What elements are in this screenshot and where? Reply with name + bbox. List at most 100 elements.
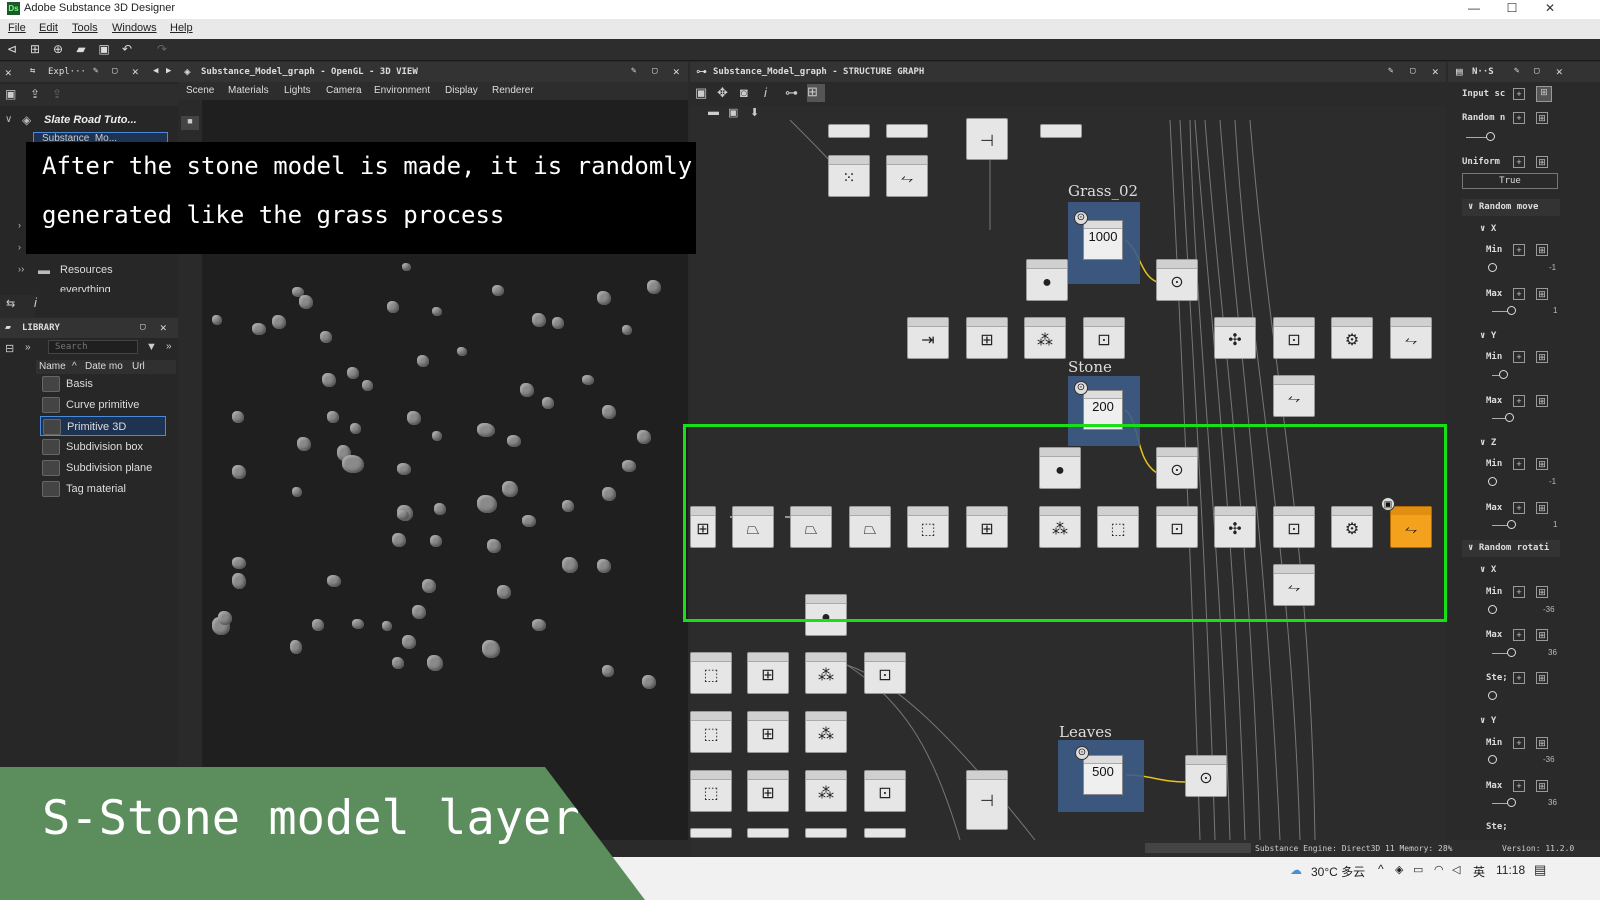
tree-toggle-icon[interactable]: ∨ xyxy=(5,114,12,125)
snapshot-icon[interactable]: ◙ xyxy=(740,85,748,100)
value-node-leaves[interactable]: 500 xyxy=(1083,755,1123,795)
graph-icon[interactable]: ⊞ xyxy=(1536,458,1548,470)
graph-node[interactable]: ⊣ xyxy=(966,118,1008,160)
graph-node[interactable]: ⇥ xyxy=(907,317,949,359)
graph-tab[interactable]: Substance_Model_graph - STRUCTURE GRAPH xyxy=(713,67,924,77)
graph-node[interactable]: ⁂ xyxy=(805,770,847,812)
expose-icon[interactable]: + xyxy=(1513,629,1525,641)
graph-node[interactable]: ● xyxy=(1026,259,1068,301)
graph-icon[interactable]: ⊞ xyxy=(1536,737,1548,749)
align-icon[interactable]: ⊞ xyxy=(807,84,825,102)
graph-icon[interactable]: ⊞ xyxy=(1536,244,1548,256)
graph-icon[interactable]: ⊞ xyxy=(1536,351,1548,363)
graph-node[interactable]: ⊞ xyxy=(747,711,789,753)
graph-node[interactable]: ✣ xyxy=(1214,317,1256,359)
expose-icon-stone[interactable]: ⊙ xyxy=(1074,381,1088,395)
link-icon[interactable]: ⊶ xyxy=(785,85,798,101)
properties-float-icon[interactable]: ▢ xyxy=(1534,66,1539,76)
rot-x-label[interactable]: ∨ X xyxy=(1480,565,1496,575)
clock[interactable]: 11:18 xyxy=(1496,863,1525,877)
col-url[interactable]: Url xyxy=(132,361,145,372)
library-more-icon[interactable]: » xyxy=(166,341,172,352)
prev-icon[interactable]: ◀ xyxy=(153,66,158,76)
expose-icon[interactable]: + xyxy=(1513,244,1525,256)
library-expand-icon[interactable]: » xyxy=(25,342,31,353)
move-z-label[interactable]: ∨ Z xyxy=(1480,438,1496,448)
graph-node[interactable]: ⁙ xyxy=(828,155,870,197)
properties-tab[interactable]: N··S xyxy=(1472,67,1494,77)
graph-node[interactable]: ⁂ xyxy=(805,711,847,753)
graph-node[interactable]: ⊙ xyxy=(1185,755,1227,797)
section-random-move[interactable]: ∨ Random move xyxy=(1462,199,1560,216)
resources-folder[interactable]: Resources xyxy=(60,264,113,276)
frame-icon[interactable]: ▣ xyxy=(728,106,738,119)
library-search-input[interactable] xyxy=(48,340,138,354)
random-slider-knob[interactable] xyxy=(1486,132,1495,141)
close-tab-icon[interactable]: ✕ xyxy=(5,66,12,79)
move-y-max-knob[interactable] xyxy=(1505,413,1514,422)
graph-node[interactable]: ⬚ xyxy=(690,711,732,753)
expose-icon[interactable]: + xyxy=(1513,586,1525,598)
view3d-menu-lights[interactable]: Lights xyxy=(284,85,311,96)
view3d-menu-camera[interactable]: Camera xyxy=(326,85,362,96)
col-date[interactable]: Date mo xyxy=(85,361,123,372)
properties-close-icon[interactable]: ✕ xyxy=(1556,65,1563,78)
network-icon[interactable]: ◈ xyxy=(1395,863,1403,876)
view3d-menu-scene[interactable]: Scene xyxy=(186,85,214,96)
undo-icon[interactable]: ↶ xyxy=(120,42,134,56)
library-item-primitive[interactable]: Primitive 3D xyxy=(40,416,166,436)
rot-y-label[interactable]: ∨ Y xyxy=(1480,716,1496,726)
rot-y-min-knob[interactable] xyxy=(1488,755,1497,764)
rot-x-min-knob[interactable] xyxy=(1488,605,1497,614)
camera-icon[interactable]: ■ xyxy=(181,116,199,130)
view3d-pin-icon[interactable]: ✎ xyxy=(631,66,636,76)
view3d-menu-display[interactable]: Display xyxy=(445,85,478,96)
graph-node[interactable]: ⊞ xyxy=(966,317,1008,359)
move-x-min-knob[interactable] xyxy=(1488,263,1497,272)
stones-viewport[interactable] xyxy=(202,255,688,765)
expose-icon[interactable]: + xyxy=(1513,458,1525,470)
expose-random-icon[interactable]: + xyxy=(1513,112,1525,124)
pin-node-icon[interactable]: ⬇ xyxy=(750,106,759,119)
expose-icon[interactable]: + xyxy=(1513,351,1525,363)
explorer-tab[interactable]: Expl··· xyxy=(48,67,86,77)
library-item-tag-material[interactable]: Tag material xyxy=(40,479,166,499)
library-item-curve[interactable]: Curve primitive xyxy=(40,395,166,415)
section-random-rotation[interactable]: ∨ Random rotati xyxy=(1462,540,1560,557)
expose-icon[interactable]: + xyxy=(1513,502,1525,514)
frame-selected-icon[interactable]: ✥ xyxy=(717,85,728,101)
graph-node[interactable]: ⊞ xyxy=(747,652,789,694)
graph-node[interactable]: ⊡ xyxy=(1083,317,1125,359)
graph-node[interactable]: ⁂ xyxy=(1024,317,1066,359)
col-name[interactable]: Name xyxy=(39,361,66,372)
expose-icon[interactable]: + xyxy=(1513,780,1525,792)
comment-icon[interactable]: ▬ xyxy=(708,106,719,118)
graph-close-icon[interactable]: ✕ xyxy=(1432,65,1439,78)
graph-icon[interactable]: ⊞ xyxy=(1536,780,1548,792)
resources-arrow[interactable]: › xyxy=(21,264,24,275)
expose-icon[interactable]: + xyxy=(1513,672,1525,684)
expose-icon[interactable]: + xyxy=(1513,288,1525,300)
graph-node[interactable]: ⬚ xyxy=(690,770,732,812)
graph-node[interactable] xyxy=(690,828,732,838)
library-item-basis[interactable]: Basis xyxy=(40,374,166,394)
notification-icon[interactable]: ▤ xyxy=(1534,862,1546,878)
move-y-min-knob[interactable] xyxy=(1499,370,1508,379)
graph-icon[interactable]: ⊞ xyxy=(1536,586,1548,598)
battery-icon[interactable]: ▭ xyxy=(1413,863,1423,876)
graph-pin-icon[interactable]: ✎ xyxy=(1388,66,1393,76)
new-graph-icon[interactable]: ⊲ xyxy=(5,42,19,56)
view3d-float-icon[interactable]: ▢ xyxy=(652,66,657,76)
graph-node[interactable]: ⚙ xyxy=(1331,317,1373,359)
view3d-menu-materials[interactable]: Materials xyxy=(228,85,269,96)
move-x-label[interactable]: ∨ X xyxy=(1480,224,1496,234)
export-icon[interactable]: ⇪ xyxy=(30,87,40,101)
value-node-grass[interactable]: 1000 xyxy=(1083,220,1123,260)
expose-input-icon[interactable]: + xyxy=(1513,88,1525,100)
close-window-button[interactable]: ✕ xyxy=(1532,0,1568,19)
graph-node[interactable]: ⊡ xyxy=(864,652,906,694)
library-float-icon[interactable]: ▢ xyxy=(140,322,145,332)
view3d-menu-environment[interactable]: Environment xyxy=(374,85,430,96)
graph-icon[interactable]: ⊞ xyxy=(1536,288,1548,300)
float-icon[interactable]: ▢ xyxy=(112,66,117,76)
